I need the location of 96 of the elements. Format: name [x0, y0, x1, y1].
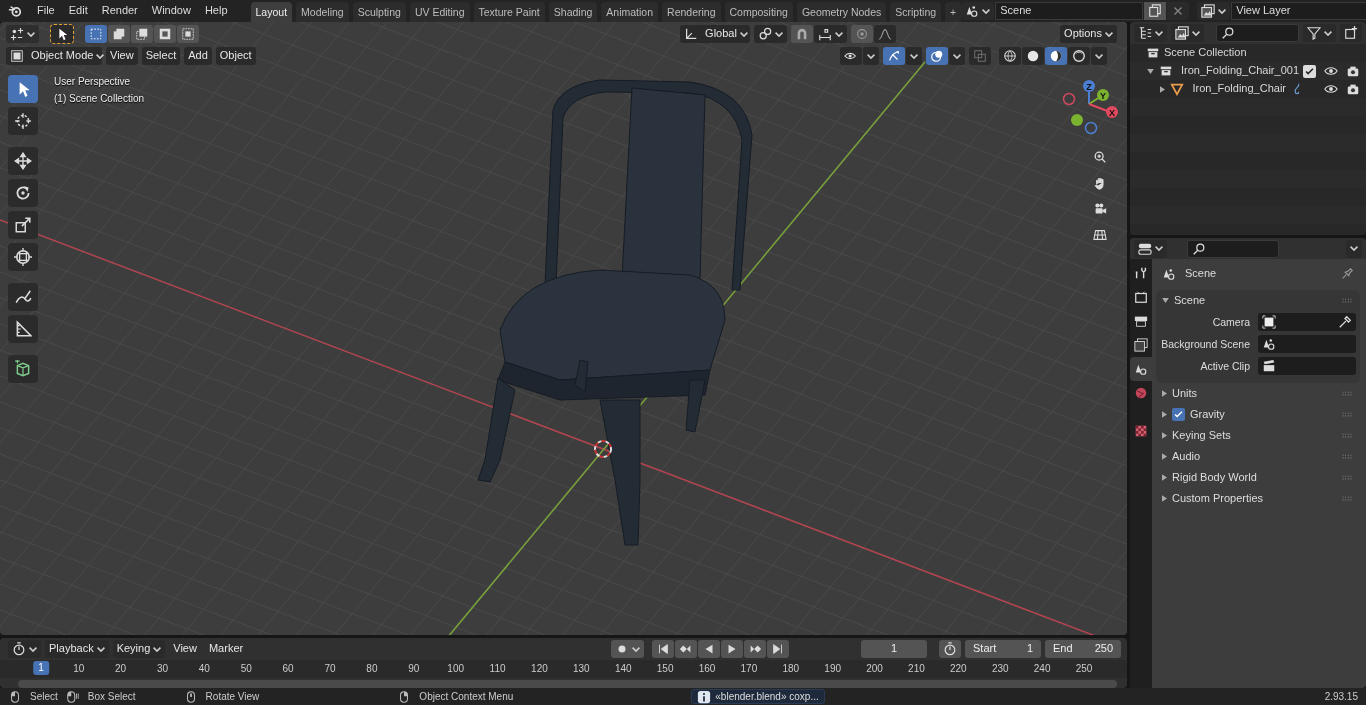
frame-number: 40 — [198, 663, 210, 675]
menu-item[interactable]: File — [30, 2, 62, 20]
menu-item[interactable]: Playback — [45, 640, 109, 658]
field-label: Start — [973, 642, 997, 656]
panel-title: Units — [1172, 386, 1198, 401]
mode-dropdown[interactable]: Object Mode — [6, 47, 102, 65]
end-frame-field[interactable]: End 250 — [1045, 640, 1121, 658]
frame-number: 140 — [614, 663, 632, 675]
outliner-item[interactable]: Iron_Folding_Chair_001 — [1180, 64, 1299, 78]
menu-item[interactable]: Render — [94, 2, 145, 20]
viewport-info-text: User Perspective — [54, 76, 132, 88]
panel-title: Gravity — [1190, 407, 1225, 422]
navigation-gizmo[interactable]: Z Y X — [1057, 78, 1121, 138]
menu-item[interactable]: View — [106, 47, 138, 65]
field-label: Background Scene — [1160, 337, 1250, 351]
playhead-frame[interactable]: 1 — [33, 661, 49, 675]
orientation-dropdown[interactable]: Global — [680, 25, 751, 43]
panel-title: Scene — [1174, 293, 1206, 308]
frame-number: 20 — [115, 663, 127, 675]
frame-number: 10 — [73, 663, 85, 675]
frame-number: 240 — [1033, 663, 1051, 675]
panel-title: Keying Sets — [1172, 428, 1231, 443]
frame-number: 200 — [866, 663, 883, 675]
frame-number: 160 — [698, 663, 716, 675]
panel-header[interactable]: Scene — [1156, 290, 1360, 311]
panel-header[interactable]: Audio — [1156, 446, 1360, 467]
frame-number: 110 — [489, 663, 506, 675]
frame-number: 50 — [240, 663, 252, 675]
outliner-item[interactable]: Scene Collection — [1164, 46, 1247, 60]
menu-item[interactable]: Add — [184, 47, 212, 65]
menu-item[interactable]: Marker — [204, 640, 248, 658]
options-dropdown[interactable]: Options — [1060, 25, 1117, 43]
workspace-tab[interactable]: Layout — [250, 2, 293, 22]
workspace-tab[interactable]: Texture Paint — [473, 2, 545, 22]
workspace-tab[interactable]: Animation — [601, 2, 659, 22]
panel-header[interactable]: Units — [1156, 383, 1360, 404]
orientation-label: Global — [705, 27, 737, 41]
frame-number: 70 — [324, 663, 336, 675]
workspace-tab[interactable]: Scripting — [890, 2, 942, 22]
menu-item[interactable]: Help — [197, 2, 235, 20]
status-hint: Rotate View — [205, 690, 260, 703]
workspace-tab[interactable]: Sculpting — [352, 2, 406, 22]
workspace-tab[interactable]: Rendering — [662, 2, 721, 22]
workspace-tab[interactable]: Compositing — [724, 2, 793, 22]
workspace-tab[interactable]: Modeling — [296, 2, 349, 22]
panel-header[interactable]: Gravity — [1156, 404, 1360, 425]
menu-item[interactable]: Object — [215, 47, 256, 65]
frame-number: 220 — [950, 663, 967, 675]
version-text: 2.93.15 — [1324, 690, 1358, 703]
workspace-tab[interactable]: Geometry Nodes — [796, 2, 887, 22]
frame-number: 30 — [156, 663, 169, 675]
menu-item[interactable]: Window — [144, 2, 198, 20]
menu-item[interactable]: Select — [141, 47, 181, 65]
viewport-info-text: (1) Scene Collection — [54, 93, 145, 105]
field-label: Active Clip — [1199, 359, 1250, 373]
context-label: Scene — [1185, 267, 1217, 281]
frame-number: 210 — [908, 663, 925, 675]
panel-title: Rigid Body World — [1172, 470, 1257, 485]
field-value: 250 — [1094, 642, 1113, 656]
menu-item[interactable]: View — [169, 640, 201, 658]
frame-number: 170 — [740, 663, 758, 675]
frame-number: 180 — [782, 663, 800, 675]
frame-number: 190 — [824, 663, 841, 675]
workspace-tab[interactable]: UV Editing — [409, 2, 470, 22]
add-workspace-button[interactable]: + — [945, 2, 962, 22]
panel-title: Audio — [1172, 449, 1201, 464]
outliner-item[interactable]: Iron_Folding_Chair — [1192, 82, 1286, 96]
report-text: «blender.blend» coxp... — [715, 690, 819, 703]
frame-number: 60 — [282, 663, 294, 675]
start-frame-field[interactable]: Start 1 — [965, 640, 1041, 658]
frame-number: 80 — [366, 663, 378, 675]
frame-number: 250 — [1075, 663, 1093, 675]
mode-label: Object Mode — [31, 49, 94, 63]
menu-item[interactable]: Edit — [61, 2, 95, 20]
field-value: 1 — [1026, 642, 1033, 656]
field-label: Camera — [1211, 315, 1250, 329]
status-hint: Box Select — [87, 690, 136, 703]
field-label: End — [1053, 642, 1073, 656]
scene-selector[interactable]: Scene — [995, 2, 1144, 20]
report-message[interactable]: «blender.blend» coxp... — [691, 689, 825, 704]
menu-item[interactable]: Keying — [112, 640, 166, 658]
view-layer-selector[interactable]: View Layer — [1231, 2, 1366, 20]
panel-header[interactable]: Custom Properties — [1156, 488, 1360, 509]
frame-number: 120 — [531, 663, 548, 675]
frame-number: 130 — [573, 663, 590, 675]
status-hint: Select — [30, 690, 58, 703]
panel-header[interactable]: Rigid Body World — [1156, 467, 1360, 488]
panel-header[interactable]: Keying Sets — [1156, 425, 1360, 446]
current-frame-field[interactable]: 1 — [861, 640, 927, 658]
frame-number: 150 — [656, 663, 674, 675]
panel-title: Custom Properties — [1172, 491, 1264, 506]
frame-number: 90 — [408, 663, 420, 675]
frame-number: 230 — [991, 663, 1009, 675]
workspace-tab[interactable]: Shading — [548, 2, 598, 22]
frame-number: 100 — [447, 663, 464, 675]
status-hint: Object Context Menu — [419, 690, 514, 703]
